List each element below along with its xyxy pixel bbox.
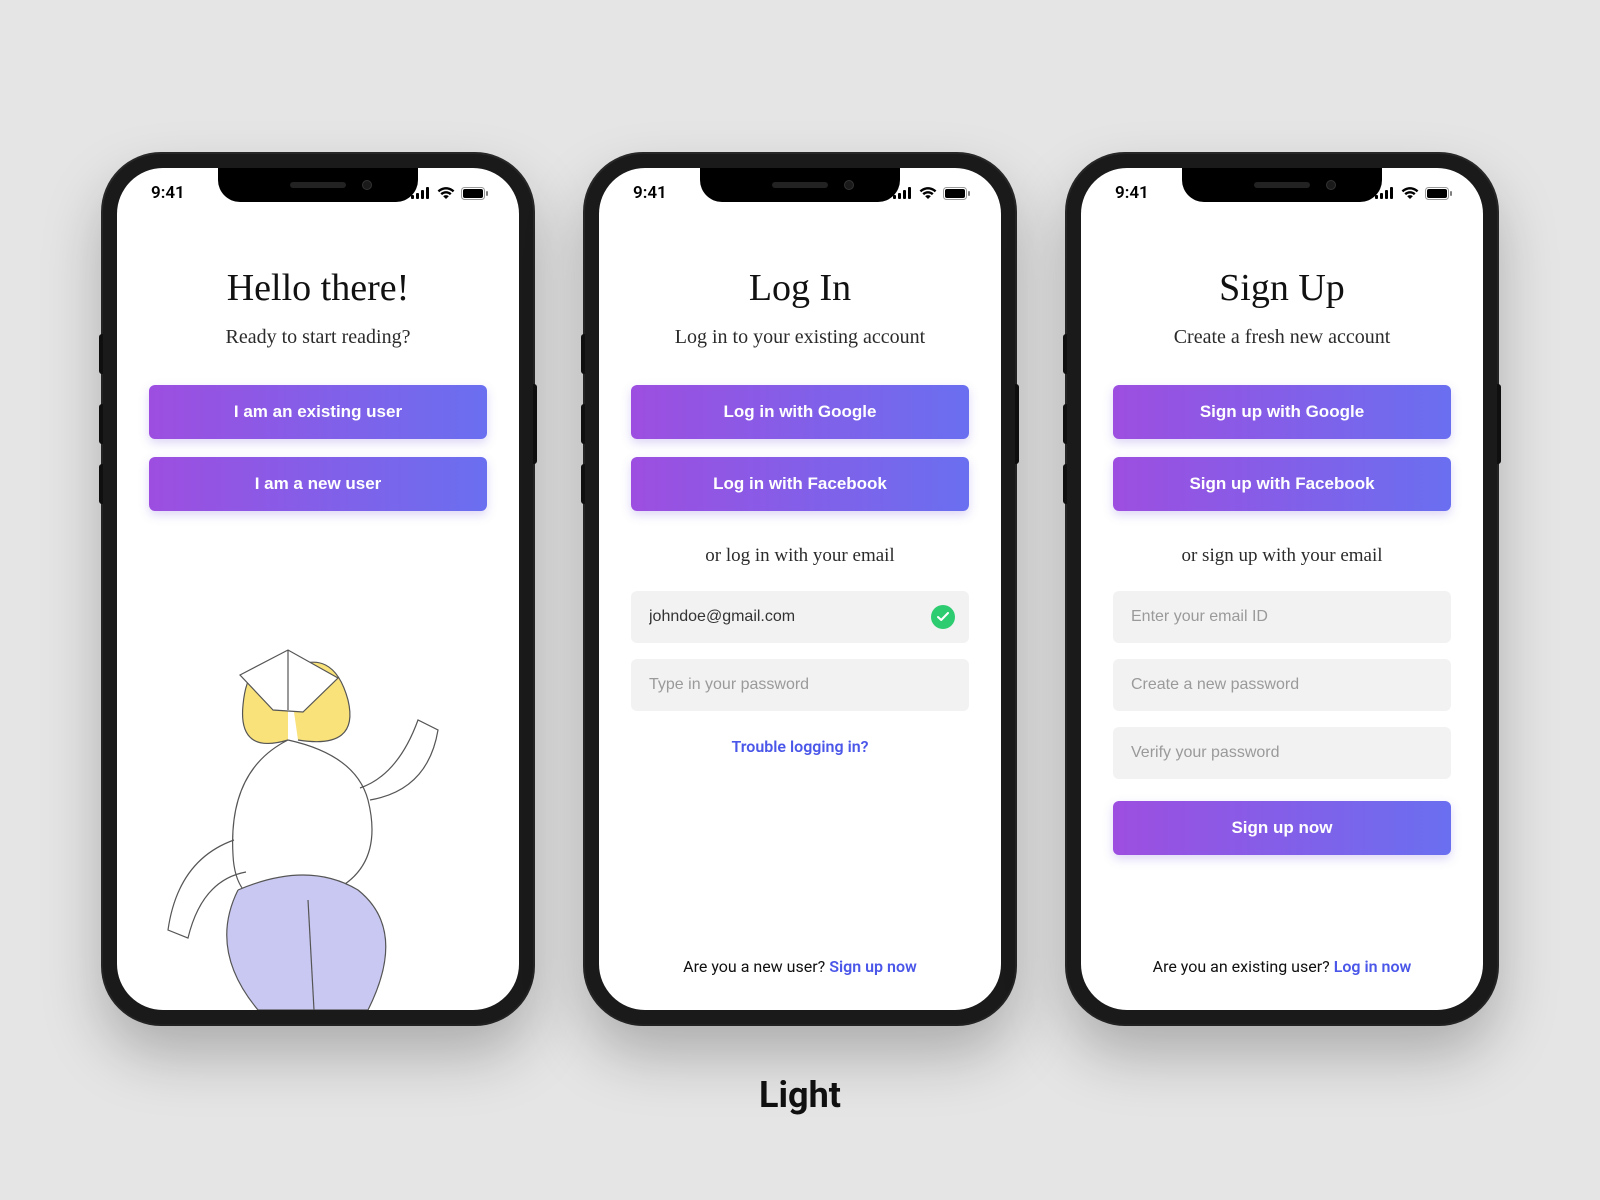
signup-divider: or sign up with your email [1113,545,1451,567]
login-content: Log In Log in to your existing account L… [599,218,1001,1010]
welcome-title: Hello there! [149,266,487,310]
signup-submit-button[interactable]: Sign up now [1113,801,1451,855]
phone-welcome: 9:41 Hello there! Ready to start reading… [103,154,533,1024]
trouble-logging-in-link[interactable]: Trouble logging in? [631,737,969,756]
existing-user-button[interactable]: I am an existing user [149,385,487,439]
login-google-button[interactable]: Log in with Google [631,385,969,439]
status-indicators [893,187,971,200]
signup-footer: Are you an existing user? Log in now [1081,957,1483,976]
signup-email-field[interactable] [1113,591,1451,643]
login-subtitle: Log in to your existing account [631,326,969,349]
wifi-icon [437,187,455,199]
phone-signup: 9:41 Sign Up Create a fresh new account [1067,154,1497,1024]
new-user-button[interactable]: I am a new user [149,457,487,511]
signup-facebook-button[interactable]: Sign up with Facebook [1113,457,1451,511]
status-time: 9:41 [1115,183,1149,203]
status-time: 9:41 [633,183,667,203]
notch [1182,168,1382,202]
phone-mockups-row: 9:41 Hello there! Ready to start reading… [103,154,1497,1024]
login-footer: Are you a new user? Sign up now [599,957,1001,976]
signup-title: Sign Up [1113,266,1451,310]
signup-verify-field[interactable] [1113,727,1451,779]
screen-welcome: 9:41 Hello there! Ready to start reading… [117,168,519,1010]
login-facebook-button[interactable]: Log in with Facebook [631,457,969,511]
password-field[interactable] [631,659,969,711]
welcome-subtitle: Ready to start reading? [149,326,487,349]
signup-now-link[interactable]: Sign up now [829,957,917,976]
wifi-icon [919,187,937,199]
notch [218,168,418,202]
welcome-content: Hello there! Ready to start reading? I a… [117,218,519,1010]
signup-password-field[interactable] [1113,659,1451,711]
login-now-link[interactable]: Log in now [1334,957,1412,976]
battery-icon [461,187,489,200]
signup-footer-question: Are you an existing user? [1153,957,1334,976]
email-field[interactable] [631,591,969,643]
wifi-icon [1401,187,1419,199]
screen-login: 9:41 Log In Log in to your existing acco… [599,168,1001,1010]
login-title: Log In [631,266,969,310]
mockup-caption: Light [759,1074,841,1116]
reading-illustration [117,590,519,1010]
phone-login: 9:41 Log In Log in to your existing acco… [585,154,1015,1024]
check-icon [931,605,955,629]
screen-signup: 9:41 Sign Up Create a fresh new account [1081,168,1483,1010]
battery-icon [943,187,971,200]
signup-content: Sign Up Create a fresh new account Sign … [1081,218,1483,1010]
email-field-wrap [631,575,969,643]
signup-google-button[interactable]: Sign up with Google [1113,385,1451,439]
status-time: 9:41 [151,183,185,203]
login-divider: or log in with your email [631,545,969,567]
battery-icon [1425,187,1453,200]
login-footer-question: Are you a new user? [683,957,829,976]
notch [700,168,900,202]
signup-subtitle: Create a fresh new account [1113,326,1451,349]
status-indicators [411,187,489,200]
status-indicators [1375,187,1453,200]
